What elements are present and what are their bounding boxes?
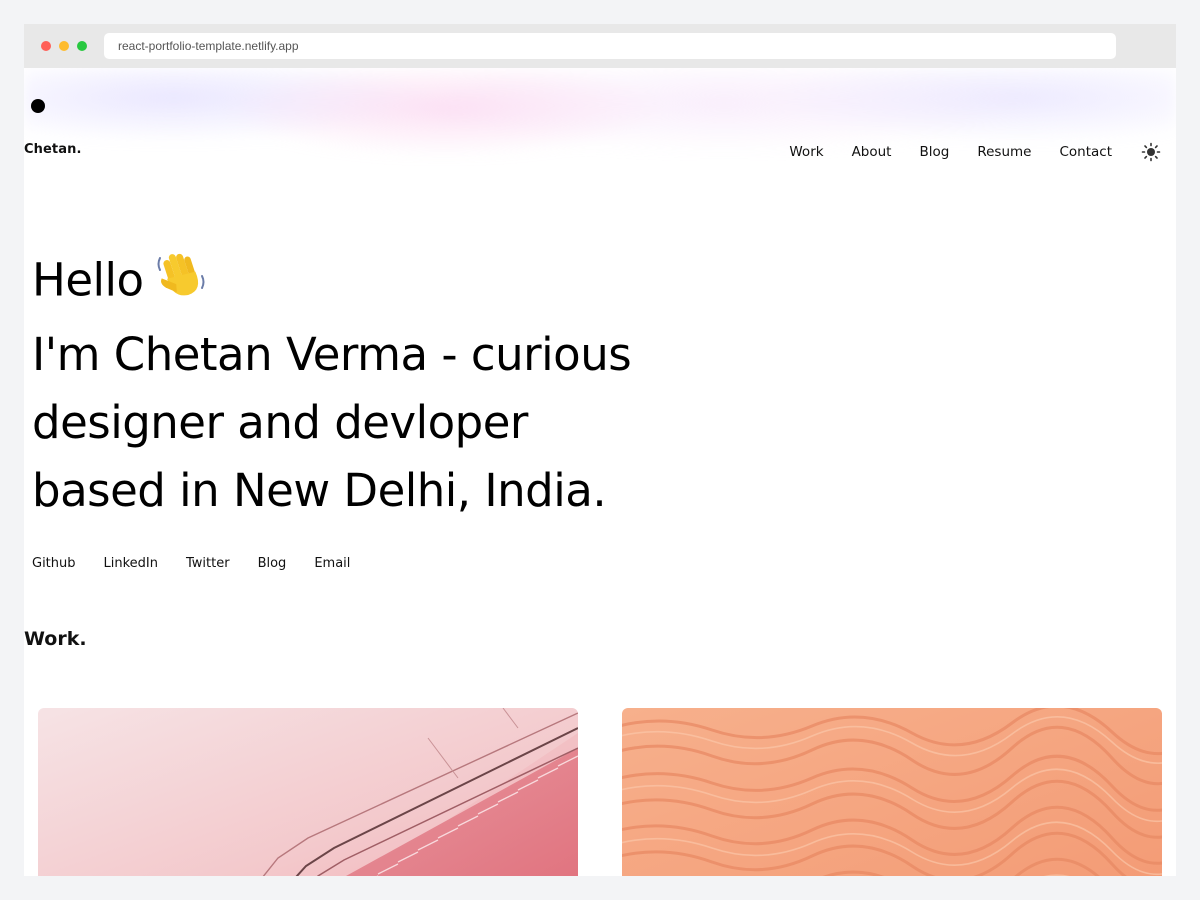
header-gradient-glow [24, 68, 1176, 198]
custom-cursor [31, 99, 45, 113]
social-link-email[interactable]: Email [314, 556, 350, 571]
hero-line-2: I'm Chetan Verma - curious [32, 328, 632, 381]
waving-hand-icon [154, 246, 210, 321]
project-card[interactable] [38, 708, 578, 876]
nav-link-contact[interactable]: Contact [1059, 144, 1112, 160]
sun-icon [1141, 142, 1161, 162]
close-window-button[interactable] [41, 41, 51, 51]
project-card[interactable] [622, 708, 1162, 876]
browser-window: react-portfolio-template.netlify.app Che… [24, 24, 1176, 876]
hero-hello: Hello [32, 253, 144, 307]
hero-heading: Hello I'm Chetan Verma - curious designe… [32, 246, 792, 525]
social-link-linkedin[interactable]: LinkedIn [104, 556, 158, 571]
hero-line-4: based in New Delhi, India. [32, 464, 607, 517]
nav-link-work[interactable]: Work [789, 144, 823, 160]
social-links: Github LinkedIn Twitter Blog Email [32, 556, 378, 571]
nav-link-resume[interactable]: Resume [977, 144, 1031, 160]
page-viewport: Chetan. Work About Blog Resume Contact H… [24, 68, 1176, 876]
browser-toolbar: react-portfolio-template.netlify.app [24, 24, 1176, 68]
social-link-blog[interactable]: Blog [258, 556, 287, 571]
maximize-window-button[interactable] [77, 41, 87, 51]
escalator-photo [38, 708, 578, 876]
hero-line-3: designer and devloper [32, 396, 528, 449]
main-nav: Work About Blog Resume Contact [789, 140, 1176, 164]
minimize-window-button[interactable] [59, 41, 69, 51]
work-section-title: Work. [24, 628, 87, 650]
sand-dunes-photo [622, 708, 1162, 876]
hero-line-1: Hello [32, 246, 792, 321]
address-bar[interactable]: react-portfolio-template.netlify.app [104, 33, 1116, 59]
nav-link-about[interactable]: About [852, 144, 892, 160]
nav-link-blog[interactable]: Blog [919, 144, 949, 160]
social-link-github[interactable]: Github [32, 556, 76, 571]
social-link-twitter[interactable]: Twitter [186, 556, 230, 571]
theme-toggle-button[interactable] [1140, 141, 1162, 163]
site-logo[interactable]: Chetan. [24, 142, 82, 157]
